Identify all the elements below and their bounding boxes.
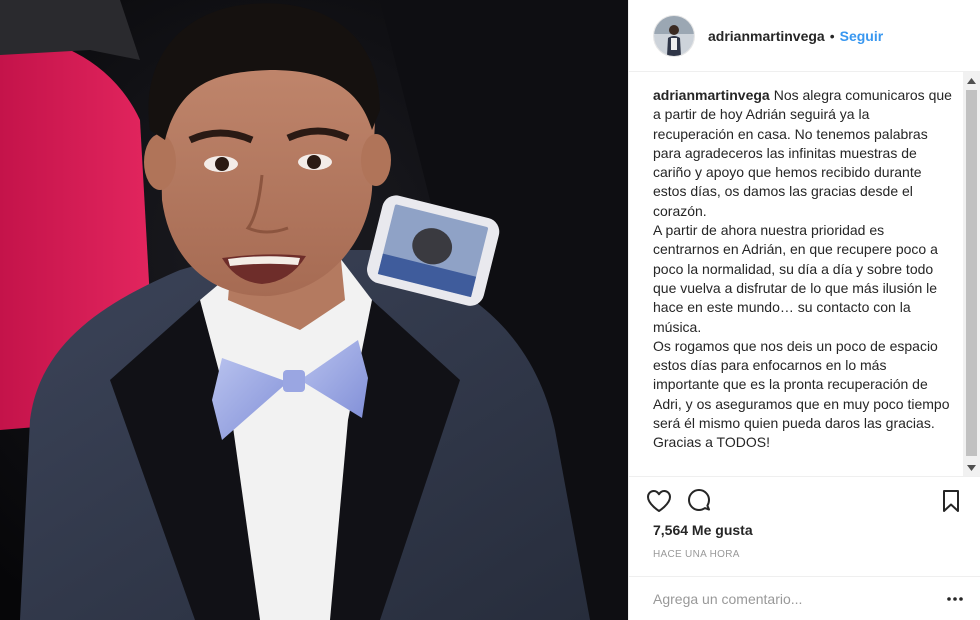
likes-count[interactable]: 7,564 Me gusta	[653, 522, 753, 538]
header-separator: •	[829, 27, 835, 44]
scroll-down-button[interactable]	[963, 459, 980, 476]
add-comment-bar	[629, 576, 980, 620]
triangle-up-icon	[967, 77, 976, 84]
follow-button[interactable]: Seguir	[840, 28, 884, 44]
post-caption: adrianmartinvega Nos alegra comunicaros q…	[653, 86, 953, 453]
comment-icon	[688, 489, 710, 511]
instagram-post: adrianmartinvega • Seguir adrianmartinve…	[0, 0, 980, 620]
post-timestamp[interactable]: HACE UNA HORA	[653, 549, 740, 560]
triangle-down-icon	[967, 464, 976, 471]
more-options-icon	[947, 597, 963, 601]
heart-icon	[647, 490, 671, 512]
post-sidebar: adrianmartinvega • Seguir adrianmartinve…	[628, 0, 980, 620]
scroll-up-button[interactable]	[963, 72, 980, 89]
bookmark-icon	[943, 490, 959, 512]
more-options-button[interactable]	[943, 589, 967, 609]
comment-input[interactable]	[653, 577, 923, 620]
post-actions	[629, 476, 980, 524]
comments-area[interactable]: adrianmartinvega Nos alegra comunicaros q…	[629, 72, 980, 476]
post-photo[interactable]	[0, 0, 628, 620]
scroll-thumb[interactable]	[966, 90, 977, 456]
comment-button[interactable]	[685, 487, 713, 515]
comments-scrollbar[interactable]	[963, 72, 980, 476]
avatar-image	[654, 15, 694, 56]
like-button[interactable]	[645, 487, 673, 515]
caption-username[interactable]: adrianmartinvega	[653, 87, 770, 103]
post-image	[0, 0, 628, 620]
caption-text: Nos alegra comunicaros que a partir de h…	[653, 87, 952, 451]
avatar[interactable]	[653, 14, 695, 57]
post-header: adrianmartinvega • Seguir	[629, 0, 980, 72]
save-button[interactable]	[937, 487, 965, 515]
header-username[interactable]: adrianmartinvega	[708, 28, 825, 44]
